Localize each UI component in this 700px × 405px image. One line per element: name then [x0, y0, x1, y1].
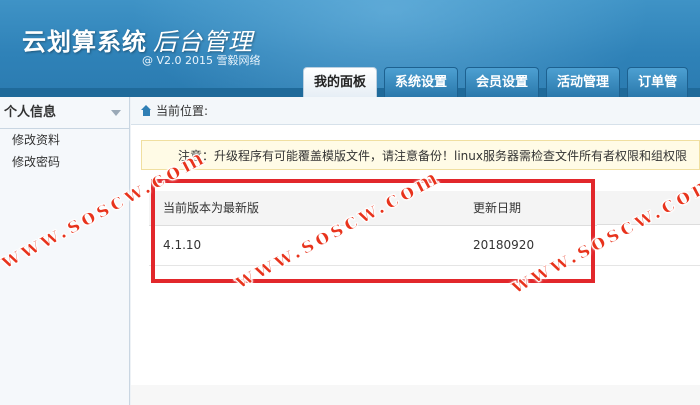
bottom-strip: [131, 385, 700, 405]
tab-member-settings[interactable]: 会员设置: [465, 67, 540, 97]
tab-system-settings[interactable]: 系统设置: [384, 67, 459, 97]
tab-order-management[interactable]: 订单管: [627, 67, 689, 97]
breadcrumb: 当前位置:: [131, 97, 700, 125]
notice-banner: 注意：升级程序有可能覆盖模版文件，请注意备份！linux服务器需检查文件所有者权…: [141, 140, 700, 170]
table-header-extension: [597, 191, 700, 225]
breadcrumb-label: 当前位置:: [156, 104, 209, 118]
main-tabs: 我的面板 系统设置 会员设置 活动管理 订单管: [303, 67, 695, 97]
main-content: 当前位置: 注意：升级程序有可能覆盖模版文件，请注意备份！linux服务器需检查…: [131, 97, 700, 405]
sidebar-section-title[interactable]: 个人信息: [0, 97, 129, 129]
home-icon: [141, 105, 152, 116]
brand-name: 云划算系统: [22, 28, 147, 56]
highlight-frame: [151, 179, 595, 283]
chevron-down-icon: [111, 110, 121, 116]
sidebar-section-label: 个人信息: [4, 105, 57, 120]
header: 云划算系统 后台管理 @ V2.0 2015 雪毅网络 我的面板 系统设置 会员设…: [0, 0, 700, 97]
tab-activity-management[interactable]: 活动管理: [546, 67, 621, 97]
sidebar-item-edit-profile[interactable]: 修改资料: [0, 129, 129, 151]
table-row-extension: [597, 226, 700, 266]
sidebar-item-change-password[interactable]: 修改密码: [0, 151, 129, 173]
tab-my-panel[interactable]: 我的面板: [303, 67, 378, 97]
version-info: @ V2.0 2015 雪毅网络: [142, 54, 261, 67]
sidebar: 个人信息 修改资料 修改密码: [0, 97, 130, 405]
